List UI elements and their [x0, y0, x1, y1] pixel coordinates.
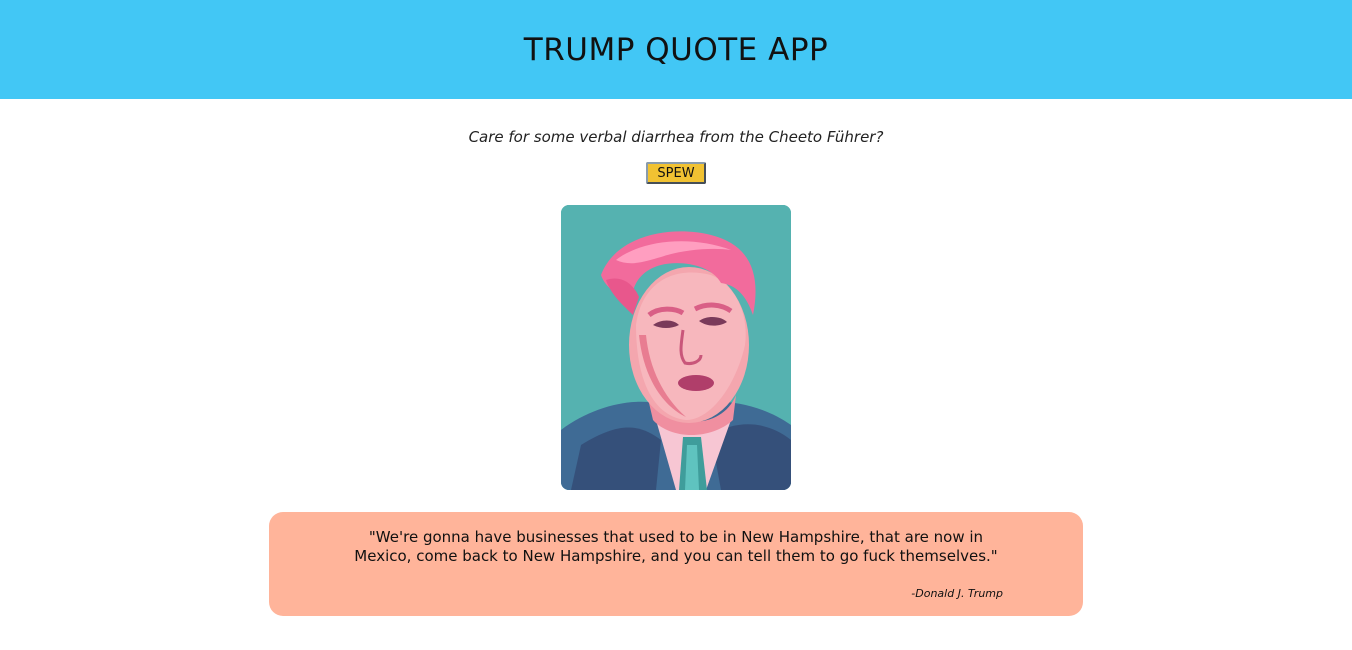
quote-author: -Donald J. Trump — [911, 587, 1003, 600]
portrait-image — [561, 205, 791, 490]
quote-card: "We're gonna have businesses that used t… — [269, 512, 1083, 616]
spew-button[interactable]: SPEW — [646, 162, 706, 184]
tagline-text: Care for some verbal diarrhea from the C… — [468, 128, 884, 146]
page-title: TRUMP QUOTE APP — [523, 31, 829, 68]
portrait-illustration — [561, 205, 791, 490]
app-header: TRUMP QUOTE APP — [0, 0, 1352, 99]
quote-text: "We're gonna have businesses that used t… — [354, 528, 998, 565]
